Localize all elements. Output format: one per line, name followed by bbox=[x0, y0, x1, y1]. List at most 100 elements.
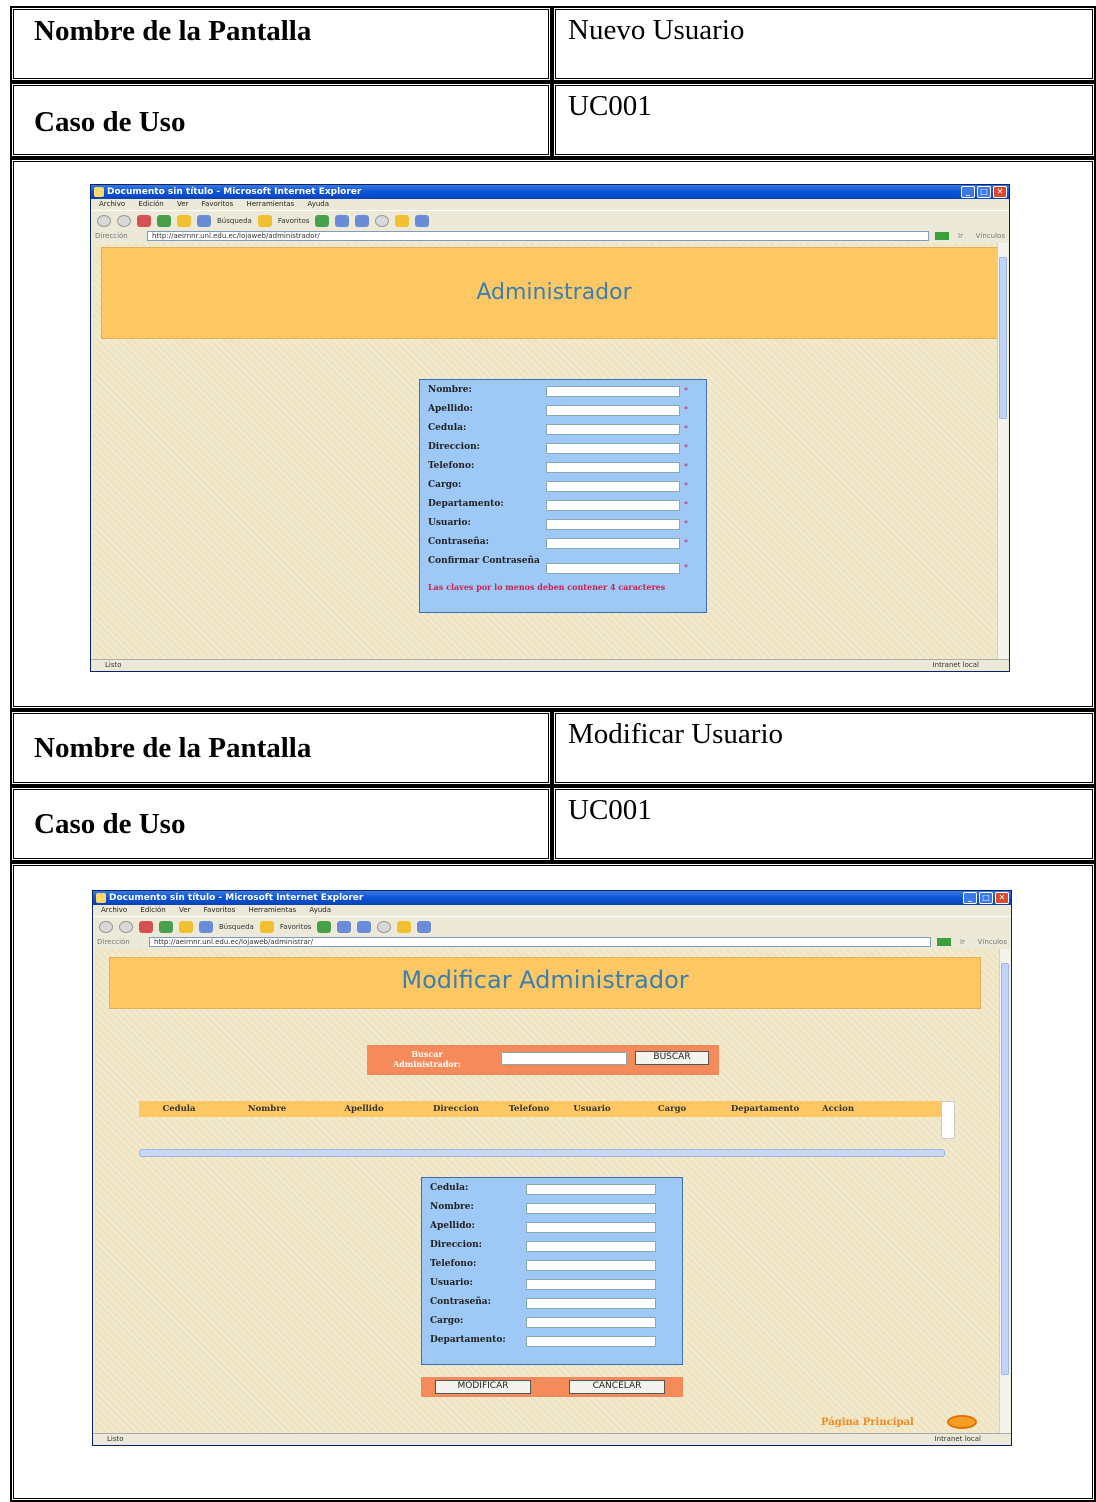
field-input[interactable] bbox=[526, 1222, 656, 1233]
search-icon[interactable] bbox=[199, 920, 213, 933]
field-label: Direccion: bbox=[428, 442, 480, 452]
field-input[interactable] bbox=[526, 1241, 656, 1252]
scroll-thumb[interactable] bbox=[1001, 963, 1009, 1375]
menu-herramientas[interactable]: Herramientas bbox=[246, 200, 294, 208]
modify-button[interactable]: MODIFICAR bbox=[435, 1380, 531, 1394]
home-icon[interactable] bbox=[177, 214, 191, 227]
messenger-icon[interactable] bbox=[417, 920, 432, 933]
close-icon[interactable]: ✕ bbox=[995, 892, 1009, 904]
field-input[interactable] bbox=[546, 519, 680, 530]
print-icon[interactable] bbox=[377, 920, 392, 933]
search-admin-input[interactable] bbox=[501, 1052, 627, 1065]
back-icon[interactable] bbox=[99, 920, 113, 933]
minimize-icon[interactable]: _ bbox=[961, 186, 975, 198]
favorites-button-label[interactable]: Favoritos bbox=[278, 217, 310, 225]
home-page-link[interactable]: Página Principal bbox=[821, 1417, 914, 1428]
home-icon[interactable] bbox=[179, 920, 193, 933]
field-label: Telefono: bbox=[428, 461, 475, 471]
field-input[interactable] bbox=[526, 1260, 656, 1271]
field-input[interactable] bbox=[526, 1317, 656, 1328]
mail-icon[interactable] bbox=[355, 214, 370, 227]
go-label[interactable]: Ir bbox=[960, 936, 965, 948]
table-horizontal-scrollbar[interactable] bbox=[139, 1149, 945, 1157]
links-label[interactable]: Vínculos bbox=[978, 936, 1007, 948]
links-label[interactable]: Vínculos bbox=[976, 230, 1005, 242]
cancel-button[interactable]: CANCELAR bbox=[569, 1380, 665, 1394]
field-input[interactable] bbox=[526, 1298, 656, 1309]
address-bar: Dirección http://aeirnnr.unl.edu.ec/loja… bbox=[91, 230, 1009, 242]
favorites-button-label[interactable]: Favoritos bbox=[280, 923, 312, 931]
field-input[interactable] bbox=[546, 424, 680, 435]
field-input[interactable] bbox=[546, 462, 680, 473]
search-icon[interactable] bbox=[197, 214, 211, 227]
menu-archivo[interactable]: Archivo bbox=[99, 200, 125, 208]
search-button[interactable]: BUSCAR bbox=[635, 1051, 709, 1065]
field-input[interactable] bbox=[546, 386, 680, 397]
field-input[interactable] bbox=[546, 481, 680, 492]
menu-favoritos[interactable]: Favoritos bbox=[202, 200, 234, 208]
field-input[interactable] bbox=[546, 500, 680, 511]
print-icon[interactable] bbox=[375, 214, 390, 227]
field-input[interactable] bbox=[546, 405, 680, 416]
field-input[interactable] bbox=[546, 538, 680, 549]
col-telefono: Telefono bbox=[508, 1104, 550, 1114]
messenger-icon[interactable] bbox=[415, 214, 430, 227]
refresh-icon[interactable] bbox=[159, 920, 173, 933]
label-cell-screen-name-2: Nombre de la Pantalla bbox=[10, 710, 552, 786]
maximize-icon[interactable]: □ bbox=[977, 186, 991, 198]
field-input[interactable] bbox=[526, 1336, 656, 1347]
scroll-thumb[interactable] bbox=[999, 257, 1007, 419]
home-button-icon[interactable] bbox=[947, 1415, 977, 1429]
field-input[interactable] bbox=[546, 443, 680, 454]
menu-ver[interactable]: Ver bbox=[179, 906, 190, 914]
menu-ver[interactable]: Ver bbox=[177, 200, 188, 208]
close-icon[interactable]: ✕ bbox=[993, 186, 1007, 198]
menu-ayuda[interactable]: Ayuda bbox=[307, 200, 329, 208]
stop-icon[interactable] bbox=[137, 214, 151, 227]
menu-ayuda[interactable]: Ayuda bbox=[309, 906, 331, 914]
results-table-header: Cedula Nombre Apellido Direccion Telefon… bbox=[139, 1101, 945, 1117]
vertical-scrollbar[interactable] bbox=[999, 949, 1010, 1433]
history-icon[interactable] bbox=[337, 920, 352, 933]
refresh-icon[interactable] bbox=[157, 214, 171, 227]
media-icon[interactable] bbox=[315, 214, 330, 227]
go-icon[interactable] bbox=[937, 938, 951, 946]
page-banner: Administrador bbox=[101, 247, 997, 339]
search-button-label[interactable]: Búsqueda bbox=[217, 217, 252, 225]
favorites-icon[interactable] bbox=[259, 920, 274, 933]
status-bar: Listo Intranet local bbox=[93, 1433, 1011, 1445]
back-icon[interactable] bbox=[97, 214, 111, 227]
menu-herramientas[interactable]: Herramientas bbox=[248, 906, 296, 914]
col-direccion: Direccion bbox=[433, 1104, 479, 1114]
go-icon[interactable] bbox=[935, 232, 949, 240]
mail-icon[interactable] bbox=[357, 920, 372, 933]
forward-icon[interactable] bbox=[119, 920, 133, 933]
menu-archivo[interactable]: Archivo bbox=[101, 906, 127, 914]
folder-icon[interactable] bbox=[395, 214, 410, 227]
stop-icon[interactable] bbox=[139, 920, 153, 933]
field-input[interactable] bbox=[526, 1279, 656, 1290]
col-nombre: Nombre bbox=[247, 1104, 287, 1114]
required-mark: * bbox=[684, 538, 688, 547]
menu-favoritos[interactable]: Favoritos bbox=[204, 906, 236, 914]
field-label: Nombre: bbox=[430, 1202, 474, 1212]
maximize-icon[interactable]: □ bbox=[979, 892, 993, 904]
url-input[interactable]: http://aeirnnr.unl.edu.ec/lojaweb/admini… bbox=[149, 937, 931, 947]
field-label: Departamento: bbox=[428, 499, 504, 509]
folder-icon[interactable] bbox=[397, 920, 412, 933]
menu-edicion[interactable]: Edición bbox=[138, 200, 163, 208]
url-input[interactable]: http://aeirnnr.unl.edu.ec/lojaweb/admini… bbox=[147, 231, 929, 241]
minimize-icon[interactable]: _ bbox=[963, 892, 977, 904]
field-input[interactable] bbox=[526, 1203, 656, 1214]
field-input[interactable] bbox=[546, 563, 680, 574]
favorites-icon[interactable] bbox=[257, 214, 272, 227]
menu-edicion[interactable]: Edición bbox=[140, 906, 165, 914]
media-icon[interactable] bbox=[317, 920, 332, 933]
go-label[interactable]: Ir bbox=[958, 230, 963, 242]
field-input[interactable] bbox=[526, 1184, 656, 1195]
col-usuario: Usuario bbox=[573, 1104, 611, 1114]
history-icon[interactable] bbox=[335, 214, 350, 227]
vertical-scrollbar[interactable] bbox=[997, 243, 1008, 659]
search-button-label[interactable]: Búsqueda bbox=[219, 923, 254, 931]
forward-icon[interactable] bbox=[117, 214, 131, 227]
